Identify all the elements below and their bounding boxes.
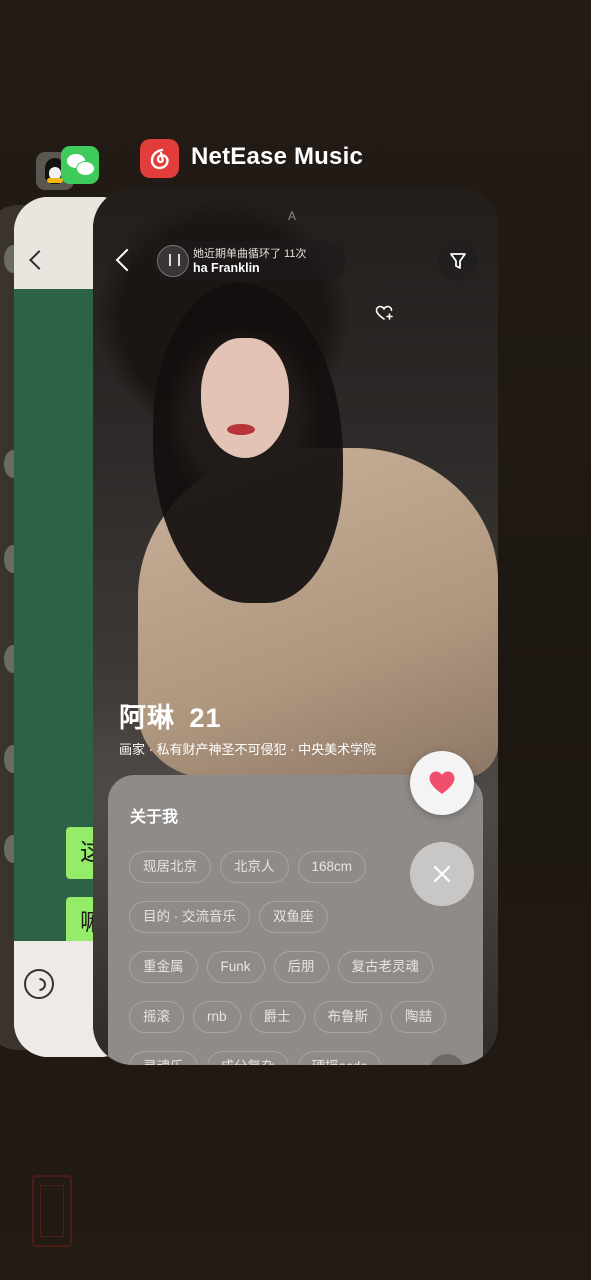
profile-name: 阿琳 (119, 703, 175, 733)
netease-music-app-icon[interactable] (140, 139, 179, 178)
tag: 现居北京 (129, 851, 211, 883)
tag: 北京人 (220, 851, 289, 883)
faded-text: A (288, 209, 297, 223)
skip-button[interactable] (410, 842, 474, 906)
netease-music-app-card[interactable]: 她近期单曲循环了 11次 ha Franklin A 阿琳 21 画家 · 私有… (93, 188, 498, 1065)
tag: Funk (206, 951, 265, 983)
heart-icon (429, 771, 455, 794)
tag: 爵士 (249, 1001, 305, 1033)
back-icon[interactable] (29, 250, 49, 270)
voice-input-icon[interactable] (24, 969, 54, 999)
app-title: NetEase Music (191, 143, 364, 170)
now-playing-pill[interactable]: 她近期单曲循环了 11次 ha Franklin (151, 241, 393, 320)
tag: 硬摇acdc (297, 1051, 382, 1065)
tag: 灵魂乐 (129, 1051, 198, 1065)
profile-age: 21 (189, 703, 222, 733)
tag: 168cm (297, 851, 367, 883)
heart-chat-icon[interactable] (375, 305, 393, 321)
close-icon (433, 865, 451, 883)
tag: 后朋 (273, 951, 329, 983)
filter-icon (450, 253, 466, 269)
tag: 重金属 (129, 951, 198, 983)
tag: 目的 · 交流音乐 (129, 901, 250, 933)
song-cover-icon (157, 245, 189, 277)
tag: 摇滚 (129, 1001, 184, 1033)
tag: 成分复杂 (206, 1051, 289, 1065)
about-me-panel[interactable]: 关于我 现居北京 北京人 168cm 目的 · 交流音乐 双鱼座 重金属 Fun… (108, 775, 483, 1065)
like-button[interactable] (410, 751, 474, 815)
tag: 双鱼座 (259, 901, 328, 933)
tag: 复古老灵魂 (337, 951, 434, 983)
tag: rnb (193, 1001, 241, 1033)
about-title: 关于我 (130, 809, 179, 826)
tag: 布鲁斯 (313, 1001, 383, 1033)
wallpaper-seal-stamp (32, 1175, 72, 1247)
profile-name-age: 阿琳 21 (119, 696, 222, 735)
wechat-app-icon[interactable] (61, 146, 99, 184)
interest-tags: 现居北京 北京人 168cm 目的 · 交流音乐 双鱼座 重金属 Funk 后朋… (129, 851, 449, 1065)
tag: 陶喆 (391, 1001, 447, 1033)
song-artist-text: ha Franklin (193, 261, 260, 275)
filter-button[interactable] (438, 241, 478, 281)
profile-meta: 画家 · 私有财产神圣不可侵犯 · 中央美术学院 (119, 742, 377, 757)
play-count-text: 她近期单曲循环了 11次 (193, 248, 307, 260)
